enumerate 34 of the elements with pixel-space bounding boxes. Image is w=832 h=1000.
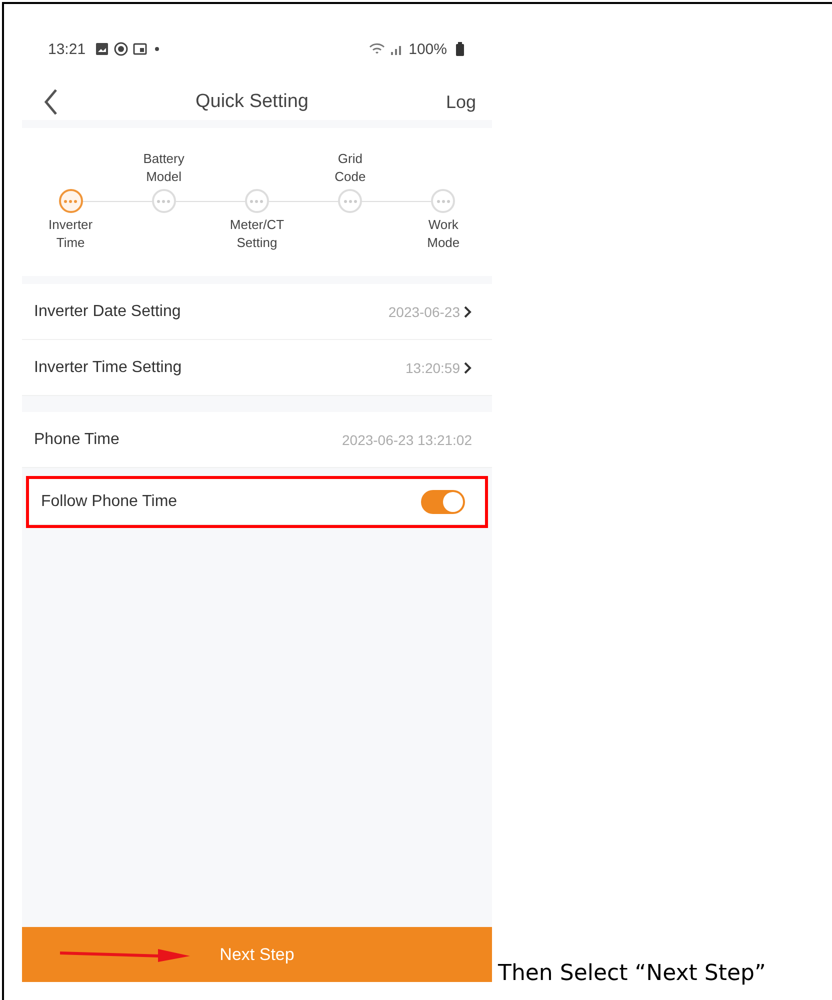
step-label: Inverter Time [48,216,93,252]
step-dot[interactable] [431,189,456,213]
image-icon [94,42,109,56]
circle-icon [114,42,128,56]
log-button[interactable]: Log [446,92,476,112]
setting-label: Inverter Time Setting [34,358,182,376]
page-title: Quick Setting [195,91,308,113]
wifi-icon [368,43,385,55]
toggle-switch[interactable] [421,490,465,514]
step-dot[interactable] [338,189,362,213]
battery-percent: 100% [408,40,447,58]
setting-value-link[interactable]: 2023-06-23 [388,304,472,320]
instruction-text: Then Select “Next Step” [498,961,766,986]
step-label: Battery Model [143,150,184,186]
setting-label: Phone Time [34,430,120,448]
card-icon [132,43,147,55]
step-label: Meter/CT Setting [230,216,284,252]
step-label: Work Mode [427,216,460,252]
status-time: 13:21 [48,40,86,58]
chevron-right-icon [464,306,472,318]
setting-value: 2023-06-23 13:21:02 [342,432,472,448]
signal-icon [390,43,404,55]
setting-label: Inverter Date Setting [34,302,181,320]
step-label: Grid Code [334,150,366,186]
next-step-button[interactable]: Next Step [22,927,492,982]
back-button[interactable] [44,89,58,115]
step-dot[interactable] [244,189,269,213]
step-dot[interactable] [58,189,83,213]
setting-value-link[interactable]: 13:20:59 [406,360,472,376]
chevron-right-icon [464,362,472,374]
arrow-icon [60,947,190,963]
battery-icon [456,42,464,56]
step-dot[interactable] [152,189,176,213]
setting-label: Follow Phone Time [41,492,178,510]
